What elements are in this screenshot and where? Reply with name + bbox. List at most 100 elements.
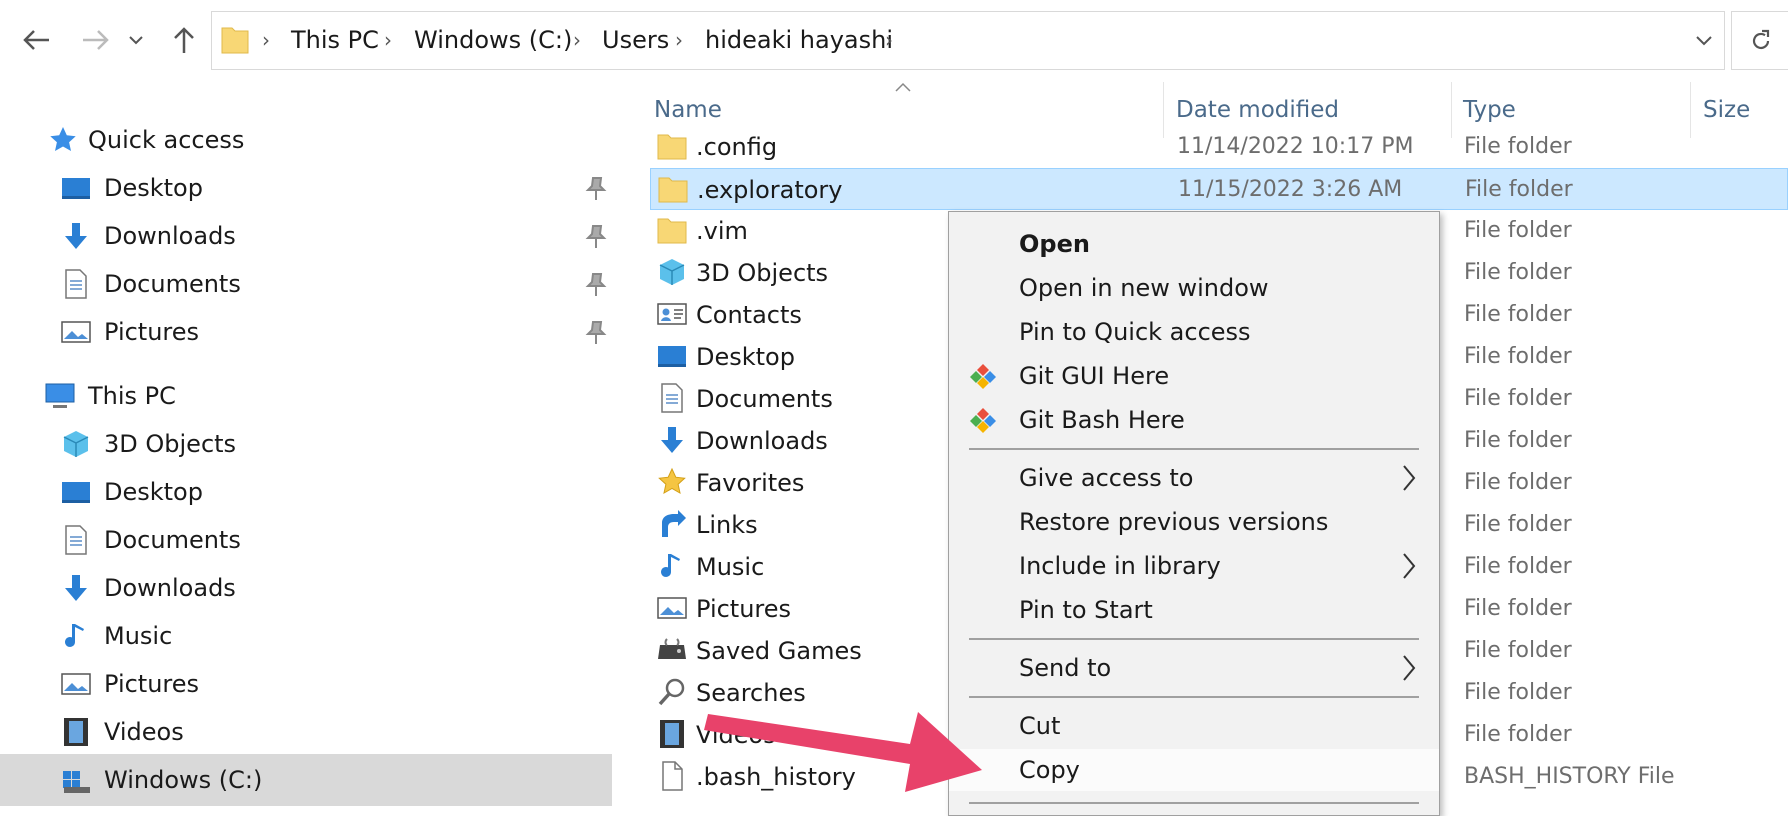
nav-quick-pictures[interactable]: Pictures (104, 312, 199, 352)
nav-pc-downloads[interactable]: Downloads (104, 568, 236, 608)
nav-quick-desktop[interactable]: Desktop (104, 168, 203, 208)
pin-icon[interactable] (585, 176, 607, 202)
menu-separator (969, 802, 1419, 804)
file-date-modified: 11/15/2022 3:26 AM (1178, 177, 1403, 202)
menu-item-restore-versions[interactable]: Restore previous versions (949, 501, 1439, 543)
desktop-icon (658, 346, 686, 367)
column-header-name[interactable]: Name (654, 92, 722, 128)
breadcrumb-separator: › (885, 28, 893, 52)
menu-item-label: Open (1019, 230, 1090, 258)
nav-pc-music[interactable]: Music (104, 616, 172, 656)
menu-item-send-to[interactable]: Send to (949, 647, 1439, 689)
file-type: File folder (1464, 428, 1572, 453)
menu-item-label: Open in new window (1019, 274, 1269, 302)
file-type: File folder (1464, 302, 1572, 327)
pictures-icon (61, 673, 91, 695)
nav-pc-3d-objects[interactable]: 3D Objects (104, 424, 236, 464)
breadcrumb-this-pc[interactable]: This PC (291, 12, 379, 69)
file-type: File folder (1464, 512, 1572, 537)
favorites-star-icon (658, 467, 686, 494)
nav-quick-downloads[interactable]: Downloads (104, 216, 236, 256)
file-name: Links (696, 511, 758, 539)
file-name: .bash_history (696, 763, 856, 791)
desktop-icon (62, 178, 90, 199)
pin-icon[interactable] (585, 320, 607, 346)
file-name: Music (696, 553, 765, 581)
nav-pc-desktop[interactable]: Desktop (104, 472, 203, 512)
pictures-icon (61, 321, 91, 343)
menu-separator (969, 696, 1419, 698)
navigation-pane (0, 80, 612, 814)
pin-icon[interactable] (585, 224, 607, 250)
git-bash-icon (970, 408, 996, 433)
documents-icon (65, 269, 87, 299)
column-header-type[interactable]: Type (1463, 92, 1516, 128)
menu-item-open-new-window[interactable]: Open in new window (949, 267, 1439, 309)
up-arrow-icon (174, 27, 194, 53)
file-type: File folder (1464, 554, 1572, 579)
downloads-icon (65, 223, 87, 249)
nav-pc-videos[interactable]: Videos (104, 712, 184, 752)
file-type: File folder (1464, 344, 1572, 369)
file-row[interactable]: .exploratory 11/15/2022 3:26 AM File folde… (650, 168, 1788, 210)
menu-item-open[interactable]: Open (949, 223, 1439, 265)
file-name: 3D Objects (696, 259, 829, 287)
file-name: .vim (696, 217, 748, 245)
saved-games-icon (658, 638, 686, 659)
menu-separator (969, 448, 1419, 450)
menu-item-copy[interactable]: Copy (949, 749, 1439, 791)
chevron-down-icon (129, 36, 143, 45)
file-date-modified: 11/14/2022 10:17 PM (1177, 134, 1414, 159)
column-header-size[interactable]: Size (1703, 92, 1750, 128)
file-type: File folder (1464, 596, 1572, 621)
address-dropdown-icon[interactable] (1696, 35, 1712, 47)
forward-button[interactable] (78, 20, 114, 60)
pin-icon[interactable] (585, 272, 607, 298)
breadcrumb-windows-c[interactable]: Windows (C:) (414, 12, 572, 69)
recent-locations-button[interactable] (125, 20, 147, 60)
3d-objects-icon (659, 259, 685, 285)
nav-pc-pictures[interactable]: Pictures (104, 664, 199, 704)
folder-icon (221, 27, 249, 54)
file-type: File folder (1464, 218, 1572, 243)
file-row[interactable]: .config 11/14/2022 10:17 PM File folder (650, 126, 1788, 168)
nav-pc-windows-c[interactable]: Windows (C:) (104, 760, 262, 800)
column-header-date-modified[interactable]: Date modified (1176, 92, 1339, 128)
nav-quick-access[interactable]: Quick access (88, 120, 244, 160)
up-button[interactable] (166, 20, 202, 60)
menu-item-give-access[interactable]: Give access to (949, 457, 1439, 499)
navigation-bar: › This PC › Windows (C:) › Users › hidea… (0, 0, 1788, 80)
menu-item-pin-start[interactable]: Pin to Start (949, 589, 1439, 631)
menu-item-git-gui[interactable]: Git GUI Here (949, 355, 1439, 397)
nav-pc-documents[interactable]: Documents (104, 520, 241, 560)
menu-item-cut[interactable]: Cut (949, 705, 1439, 747)
nav-quick-documents[interactable]: Documents (104, 264, 241, 304)
file-name: Videos (696, 721, 776, 749)
file-type: File folder (1464, 260, 1572, 285)
nav-this-pc[interactable]: This PC (88, 376, 176, 416)
file-name: .exploratory (697, 176, 843, 204)
file-name: Saved Games (696, 637, 862, 665)
back-button[interactable] (18, 20, 54, 60)
file-type: File folder (1464, 680, 1572, 705)
address-bar[interactable]: › This PC › Windows (C:) › Users › hidea… (211, 11, 1725, 70)
breadcrumb-separator: › (573, 28, 581, 52)
downloads-icon (661, 427, 683, 453)
music-note-icon (661, 554, 680, 577)
refresh-button[interactable] (1731, 11, 1788, 70)
menu-item-pin-quick-access[interactable]: Pin to Quick access (949, 311, 1439, 353)
menu-item-git-bash[interactable]: Git Bash Here (949, 399, 1439, 441)
menu-item-include-library[interactable]: Include in library (949, 545, 1439, 587)
links-icon (662, 510, 686, 537)
file-name: Desktop (696, 343, 795, 371)
nav-selection-highlight (0, 754, 612, 806)
menu-item-label: Cut (1019, 712, 1061, 740)
submenu-arrow-icon (1403, 553, 1416, 579)
breadcrumb-current-user[interactable]: hideaki hayashi (705, 12, 893, 69)
breadcrumb-users[interactable]: Users (602, 12, 669, 69)
menu-item-label: Include in library (1019, 552, 1221, 580)
documents-icon (65, 525, 87, 555)
file-type: File folder (1464, 722, 1572, 747)
folder-icon (657, 134, 687, 160)
this-pc-icon (45, 383, 75, 408)
